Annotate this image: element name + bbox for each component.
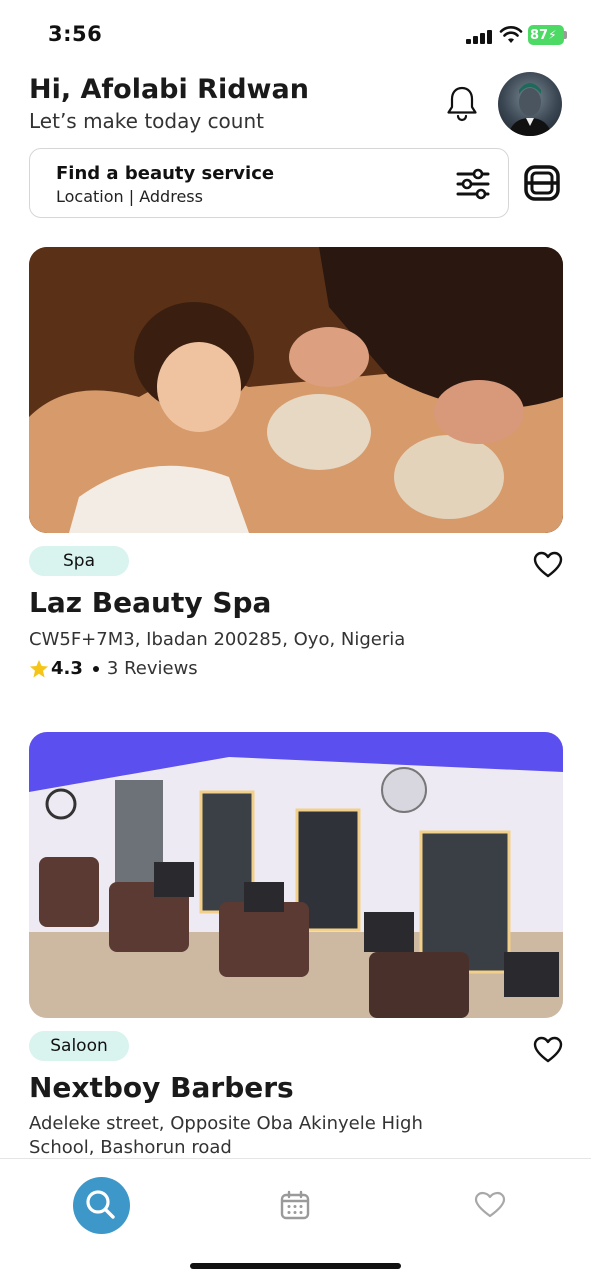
bottom-nav [0,1158,591,1280]
greeting-title: Hi, Afolabi Ridwan [29,74,309,105]
rating-value: 4.3 [51,658,83,679]
battery-cap [564,31,567,39]
battery-indicator: 87⚡ [528,25,564,45]
search-icon [86,1190,115,1219]
heart-icon[interactable] [533,551,563,579]
star-icon [30,659,48,677]
salon-photo [29,732,563,1018]
bell-icon[interactable] [444,85,480,123]
listing-name[interactable]: Nextboy Barbers [29,1071,294,1104]
greeting-subtitle: Let’s make today count [29,109,264,133]
rating-row: 4.3 3 Reviews [29,658,198,679]
nav-search-button[interactable] [73,1177,130,1234]
review-count[interactable]: 3 Reviews [107,658,198,679]
battery-level: 87 [530,28,549,43]
favorites-heart-icon[interactable] [474,1191,506,1219]
category-tag: Saloon [29,1031,129,1061]
listing-card-spa[interactable]: Spa Laz Beauty Spa CW5F+7M3, Ibadan 2002… [29,247,563,679]
status-time: 3:56 [48,22,103,46]
listing-name[interactable]: Laz Beauty Spa [29,586,271,619]
avatar[interactable] [498,72,562,136]
search-location: Location | Address [56,187,203,206]
listing-image[interactable] [29,732,563,1018]
heart-icon[interactable] [533,1036,563,1064]
calendar-icon[interactable] [280,1190,310,1220]
listing-card-saloon[interactable]: Saloon Nextboy Barbers Adeleke street, O… [29,732,563,1158]
listing-address: Adeleke street, Opposite Oba Akinyele Hi… [29,1113,423,1158]
home-indicator [190,1263,401,1269]
listing-image[interactable] [29,247,563,533]
listing-address: CW5F+7M3, Ibadan 200285, Oyo, Nigeria [29,629,406,650]
filter-icon[interactable] [456,168,490,200]
search-title: Find a beauty service [56,163,275,184]
status-bar: 3:56 87⚡ [0,0,591,70]
wifi-icon [499,26,523,43]
scan-icon[interactable] [524,165,560,201]
spa-photo [29,247,563,533]
greeting-block: Hi, Afolabi Ridwan Let’s make today coun… [29,74,309,133]
search-box[interactable]: Find a beauty service Location | Address [29,148,509,218]
avatar-portrait [508,83,552,136]
signal-icon [466,30,492,44]
separator-dot [92,665,99,672]
category-tag: Spa [29,546,129,576]
